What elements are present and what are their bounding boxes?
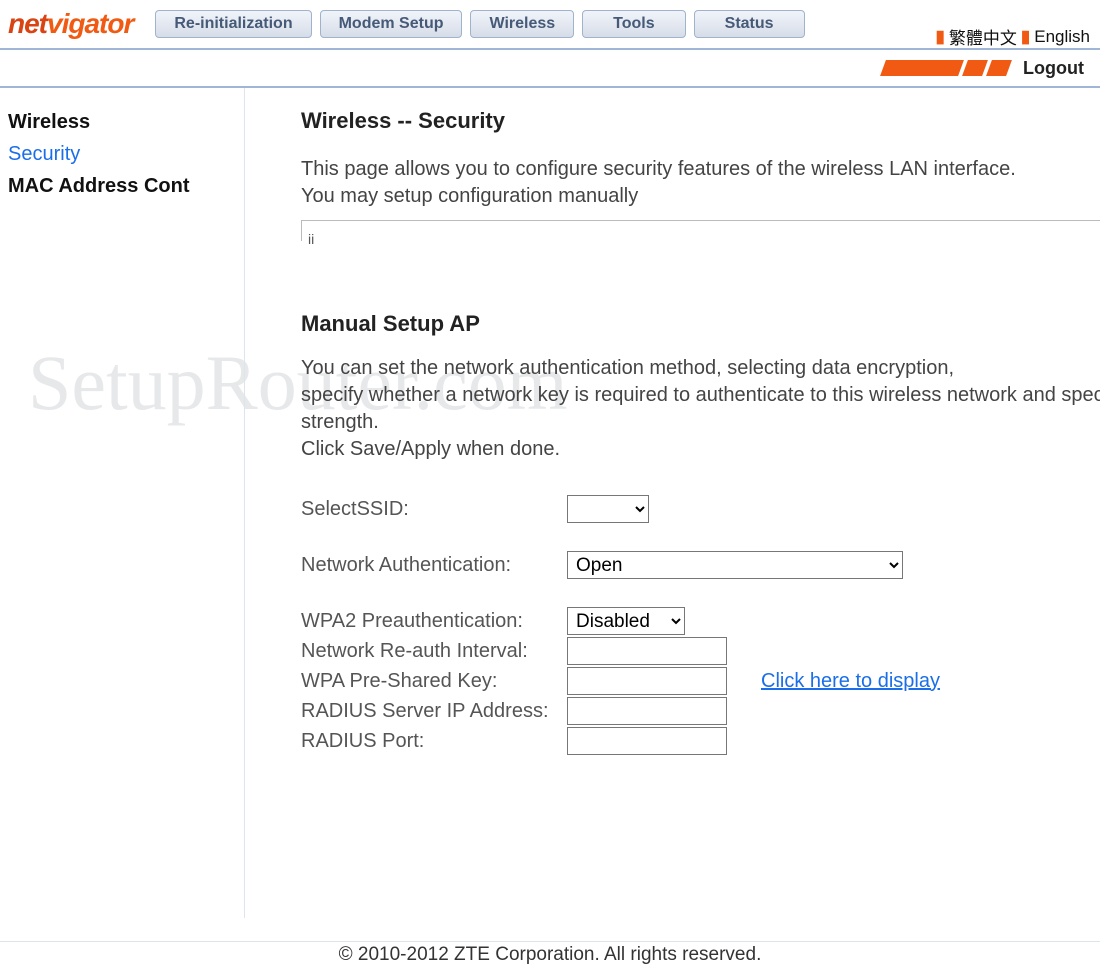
input-network-reauth-interval[interactable] (567, 637, 727, 665)
footer-copyright: © 2010-2012 ZTE Corporation. All rights … (0, 941, 1100, 966)
label-wpa-pre-shared-key: WPA Pre-Shared Key: (301, 669, 561, 694)
section-title-manual-setup-ap: Manual Setup AP (301, 311, 1100, 337)
input-radius-server-ip[interactable] (567, 697, 727, 725)
desc-text-1: You can set the network authentication m… (301, 355, 1100, 382)
label-select-ssid: SelectSSID: (301, 497, 561, 522)
label-radius-server-ip: RADIUS Server IP Address: (301, 699, 561, 724)
logo-part-1: net (8, 8, 47, 39)
sidebar-item-security[interactable]: Security (8, 138, 233, 170)
content-inner: Wireless -- Security This page allows yo… (245, 88, 1100, 918)
empty-fieldset: ii (301, 220, 1100, 241)
nav-modem-setup[interactable]: Modem Setup (320, 10, 463, 38)
intro-text-2: You may setup configuration manually (301, 183, 1100, 210)
select-wpa2-preauthentication[interactable]: Disabled (567, 607, 685, 635)
content-scroll-area[interactable]: Wireless -- Security This page allows yo… (244, 88, 1100, 918)
logo-part-2: vigator (47, 8, 133, 39)
desc-text-2: specify whether a network key is require… (301, 382, 1100, 436)
intro-text-1: This page allows you to configure securi… (301, 156, 1100, 183)
lang-zh-link[interactable]: 繁體中文 (949, 24, 1017, 49)
input-radius-port[interactable] (567, 727, 727, 755)
label-network-authentication: Network Authentication: (301, 553, 561, 578)
lang-en-link[interactable]: English (1034, 27, 1090, 47)
label-network-reauth-interval: Network Re-auth Interval: (301, 639, 561, 664)
accent-bars-icon (883, 60, 1009, 76)
lang-marker-icon: ▮ (936, 27, 945, 47)
sidebar: Wireless Security MAC Address Cont (8, 106, 233, 202)
sidebar-item-wireless[interactable]: Wireless (8, 106, 233, 138)
lang-marker-icon: ▮ (1021, 27, 1030, 47)
select-network-authentication[interactable]: Open (567, 551, 903, 579)
top-header: netvigator Re-initialization Modem Setup… (0, 0, 1100, 50)
language-switcher: ▮ 繁體中文 ▮ English (936, 24, 1090, 49)
link-click-here-to-display[interactable]: Click here to display (761, 670, 940, 693)
nav-wireless[interactable]: Wireless (470, 10, 574, 38)
select-ssid[interactable] (567, 495, 649, 523)
nav-status[interactable]: Status (694, 10, 805, 38)
label-radius-port: RADIUS Port: (301, 729, 561, 754)
logout-link[interactable]: Logout (1023, 58, 1084, 79)
page-title: Wireless -- Security (301, 108, 1100, 134)
input-wpa-pre-shared-key[interactable] (567, 667, 727, 695)
brand-logo: netvigator (8, 10, 155, 38)
primary-nav: Re-initialization Modem Setup Wireless T… (155, 10, 804, 38)
page-body: Wireless Security MAC Address Cont Wirel… (0, 88, 1100, 918)
nav-tools[interactable]: Tools (582, 10, 685, 38)
secondary-header: Logout (0, 50, 1100, 88)
nav-reinitialization[interactable]: Re-initialization (155, 10, 311, 38)
desc-text-3: Click Save/Apply when done. (301, 436, 1100, 463)
sidebar-item-mac-address-control[interactable]: MAC Address Cont (8, 170, 233, 202)
fieldset-label: ii (308, 231, 314, 247)
label-wpa2-preauthentication: WPA2 Preauthentication: (301, 609, 561, 634)
